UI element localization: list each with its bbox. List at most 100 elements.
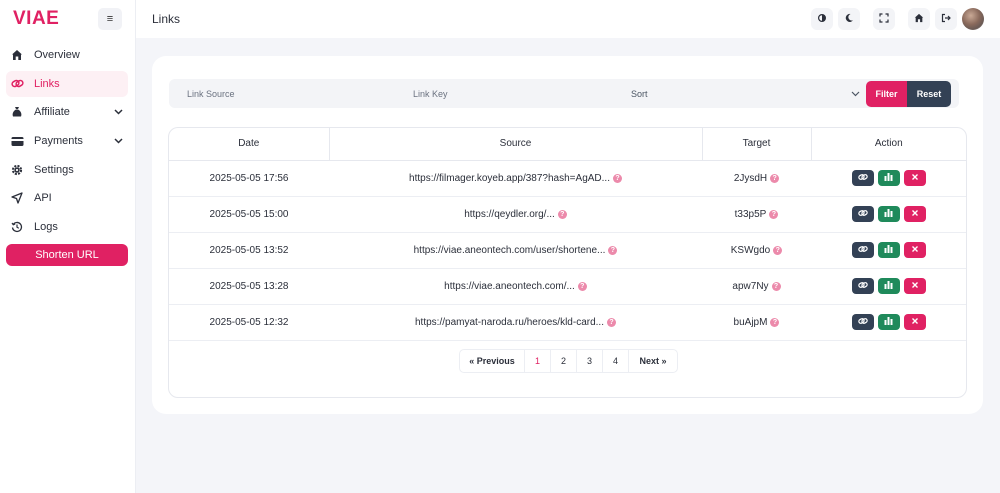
sidebar-item-links[interactable]: Links: [6, 70, 128, 97]
column-header-target: Target: [702, 128, 812, 161]
sidebar-item-label: Payments: [34, 135, 83, 148]
delete-button[interactable]: [903, 278, 926, 294]
page-button-1[interactable]: 1: [524, 349, 551, 373]
page-button-2[interactable]: 2: [550, 349, 577, 373]
copy-link-button[interactable]: [851, 206, 874, 222]
page-title: Links: [152, 12, 181, 26]
sidebar-item-logs[interactable]: Logs: [6, 214, 128, 240]
stats-button[interactable]: [877, 314, 900, 330]
home-button[interactable]: [908, 8, 930, 30]
cell-source: https://viae.aneontech.com/user/shortene…: [329, 232, 702, 269]
help-icon[interactable]: ?: [771, 281, 781, 291]
close-icon: [911, 173, 919, 184]
cell-source: https://pamyat-naroda.ru/heroes/kld-card…: [329, 304, 702, 341]
source-url[interactable]: https://filmager.koyeb.app/387?hash=AgAD…: [409, 173, 610, 184]
help-icon[interactable]: ?: [612, 173, 622, 183]
cell-actions: [811, 268, 966, 305]
sidebar-item-overview[interactable]: Overview: [6, 42, 128, 68]
target-key[interactable]: buAjpM: [734, 317, 768, 328]
moneybag-icon: [10, 105, 24, 119]
dark-mode-button[interactable]: [838, 8, 860, 30]
previous-page-button[interactable]: « Previous: [459, 349, 525, 373]
target-key[interactable]: 2JysdH: [734, 173, 767, 184]
help-icon[interactable]: ?: [577, 281, 587, 291]
cell-date: 2025-05-05 17:56: [169, 160, 329, 197]
menu-toggle-button[interactable]: ≡: [98, 8, 122, 30]
logout-icon: [941, 12, 951, 26]
target-key[interactable]: apw7Ny: [732, 281, 768, 292]
cell-date: 2025-05-05 15:00: [169, 196, 329, 233]
delete-button[interactable]: [903, 242, 926, 258]
row-actions: [811, 206, 966, 222]
source-url[interactable]: https://pamyat-naroda.ru/heroes/kld-card…: [415, 317, 604, 328]
stats-button[interactable]: [877, 278, 900, 294]
row-actions: [811, 242, 966, 258]
help-icon[interactable]: ?: [608, 245, 618, 255]
bar-chart-icon: [884, 208, 893, 220]
help-icon[interactable]: ?: [606, 317, 616, 327]
link-icon: [10, 77, 24, 91]
cell-source: https://viae.aneontech.com/...?: [329, 268, 702, 305]
cell-actions: [811, 304, 966, 341]
avatar[interactable]: [962, 8, 984, 30]
sidebar-item-settings[interactable]: Settings: [6, 157, 128, 183]
moon-icon: [844, 12, 854, 26]
copy-link-button[interactable]: [851, 314, 874, 330]
links-table-container: Date Source Target Action 2025-05-05 17:…: [168, 127, 967, 398]
sidebar-item-label: Affiliate: [34, 106, 70, 119]
help-icon[interactable]: ?: [769, 209, 779, 219]
stats-button[interactable]: [877, 242, 900, 258]
target-key[interactable]: KSWgdo: [731, 245, 770, 256]
gear-icon: [10, 163, 24, 177]
page-button-3[interactable]: 3: [576, 349, 603, 373]
sort-select-value: Sort: [631, 88, 648, 99]
sidebar-item-label: API: [34, 192, 52, 205]
logout-button[interactable]: [935, 8, 957, 30]
logo[interactable]: VIAE: [13, 8, 59, 30]
cell-target: KSWgdo?: [702, 232, 811, 269]
page-button-4[interactable]: 4: [602, 349, 629, 373]
bar-chart-icon: [884, 172, 893, 184]
home-icon: [10, 48, 24, 62]
fullscreen-button[interactable]: [873, 8, 895, 30]
sidebar-item-label: Logs: [34, 221, 58, 234]
sidebar-item-api[interactable]: API: [6, 185, 128, 211]
close-icon: [911, 245, 919, 256]
target-key[interactable]: t33p5P: [735, 209, 767, 220]
chevron-down-icon: [851, 89, 860, 99]
copy-link-button[interactable]: [851, 170, 874, 186]
sort-select[interactable]: Sort: [621, 79, 866, 108]
sidebar-item-payments[interactable]: Payments: [6, 128, 128, 154]
sidebar-item-label: Overview: [34, 49, 80, 61]
reset-button[interactable]: Reset: [907, 80, 951, 107]
link-key-input[interactable]: [395, 79, 621, 108]
theme-auto-button[interactable]: [811, 8, 833, 30]
filter-button[interactable]: Filter: [866, 80, 907, 107]
theme-auto-icon: [817, 12, 827, 26]
copy-link-button[interactable]: [851, 278, 874, 294]
close-icon: [911, 281, 919, 292]
help-icon[interactable]: ?: [773, 245, 783, 255]
source-url[interactable]: https://viae.aneontech.com/user/shortene…: [414, 245, 606, 256]
help-icon[interactable]: ?: [770, 317, 780, 327]
stats-button[interactable]: [877, 170, 900, 186]
help-icon[interactable]: ?: [770, 173, 780, 183]
source-url[interactable]: https://qeydler.org/...: [464, 209, 555, 220]
stats-button[interactable]: [877, 206, 900, 222]
bar-chart-icon: [884, 280, 893, 292]
sidebar-nav: Overview Links Affiliate Payments Settin…: [6, 42, 128, 267]
sidebar-item-affiliate[interactable]: Affiliate: [6, 99, 128, 125]
help-icon[interactable]: ?: [557, 209, 567, 219]
link-source-input[interactable]: [169, 79, 395, 108]
shorten-url-button[interactable]: Shorten URL: [6, 244, 128, 267]
pagination: « Previous 1 2 3 4 Next »: [459, 349, 678, 373]
delete-button[interactable]: [903, 206, 926, 222]
delete-button[interactable]: [903, 170, 926, 186]
close-icon: [911, 209, 919, 220]
delete-button[interactable]: [903, 314, 926, 330]
copy-link-button[interactable]: [851, 242, 874, 258]
source-url[interactable]: https://viae.aneontech.com/...: [444, 281, 575, 292]
cell-target: 2JysdH?: [702, 160, 811, 197]
topbar: Links: [136, 0, 1000, 38]
next-page-button[interactable]: Next »: [628, 349, 678, 373]
